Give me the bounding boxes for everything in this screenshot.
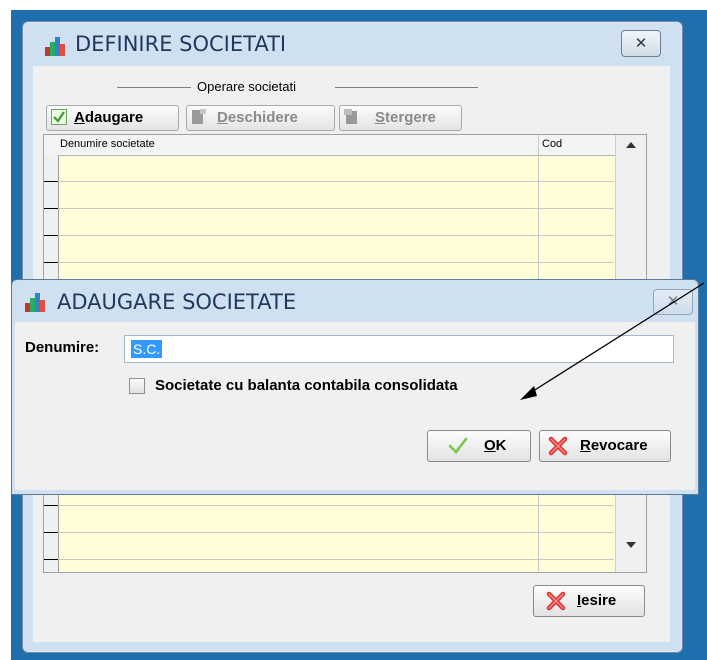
adaugare-label: daugare [84,109,144,126]
dialog-client-area: Denumire: S.C. Societate cu balanta cont… [15,322,695,490]
revocare-label: evocare [590,437,648,454]
check-icon [51,109,67,125]
deschidere-label: eschidere [227,109,298,126]
deschidere-accel: D [217,109,228,126]
col-header-denumire[interactable]: Denumire societate [60,138,155,150]
close-icon: ✕ [634,34,648,52]
delete-document-icon [344,109,360,125]
col-header-cod[interactable]: Cod [542,138,562,150]
window-titlebar[interactable]: DEFINIRE SOCIETATI ✕ [23,22,682,66]
group-line-right [335,87,478,88]
cancel-x-icon [548,436,568,456]
table-row[interactable] [44,209,614,236]
revocare-button[interactable]: Revocare [539,430,671,462]
stergere-accel: S [375,109,386,126]
stergere-label: tergere [385,109,436,126]
adaugare-societate-dialog: ADAUGARE SOCIETATE ✕ Denumire: S.C. Soci… [11,279,699,495]
grid-header: Denumire societate Cod [44,135,646,156]
table-row[interactable] [44,155,614,182]
table-row[interactable] [44,236,614,263]
adaugare-accel: A [74,109,85,126]
ok-accel: O [484,437,496,454]
consolidata-checkbox[interactable] [129,378,145,394]
scroll-down-icon[interactable] [626,542,636,548]
denumire-label: Denumire: [25,339,100,356]
window-close-button[interactable]: ✕ [621,30,661,57]
close-icon: ✕ [666,292,680,310]
denumire-input[interactable]: S.C. [124,335,674,363]
iesire-button[interactable]: Iesire [533,585,645,617]
revocare-accel: R [580,437,591,454]
group-line-left [117,87,191,88]
adaugare-button[interactable]: Adaugare [46,105,179,131]
dialog-app-chart-icon [25,292,45,312]
stergere-button[interactable]: Stergere [339,105,462,131]
iesire-label: esire [581,592,617,609]
ok-label: K [495,437,507,454]
open-document-icon [191,109,207,125]
dialog-title: ADAUGARE SOCIETATE [57,290,297,314]
cancel-x-icon [546,591,566,611]
table-row[interactable] [44,506,614,533]
denumire-selected-text: S.C. [131,340,163,358]
app-chart-icon [45,36,65,56]
deschidere-button[interactable]: Deschidere [186,105,335,131]
ok-button[interactable]: OK [427,430,531,462]
window-title: DEFINIRE SOCIETATI [75,32,287,56]
table-row[interactable] [44,182,614,209]
table-row[interactable] [44,533,614,560]
consolidata-checkbox-label[interactable]: Societate cu balanta contabila consolida… [155,377,458,394]
ok-check-icon [448,437,468,455]
group-legend: Operare societati [197,79,296,94]
scroll-up-icon[interactable] [626,142,636,148]
dialog-close-button[interactable]: ✕ [653,289,693,315]
